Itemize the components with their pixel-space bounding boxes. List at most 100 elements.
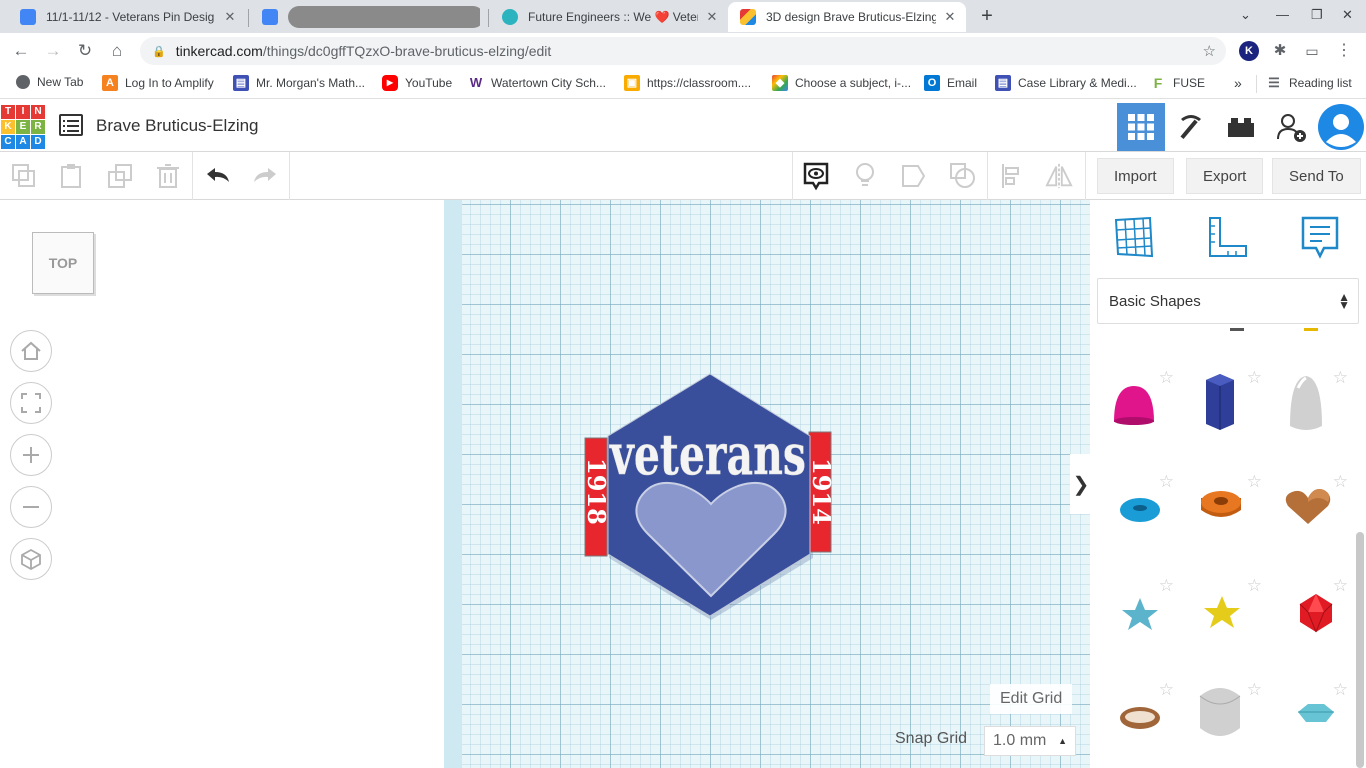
- star-icon[interactable]: ☆: [1333, 680, 1348, 700]
- tab-tinkercad[interactable]: 3D design Brave Bruticus-Elzing ✕: [728, 2, 966, 32]
- view-cube[interactable]: TOP: [32, 232, 94, 294]
- close-window-icon[interactable]: ✕: [1342, 7, 1353, 23]
- reading-list-button[interactable]: ☰ Reading list: [1266, 75, 1352, 91]
- shape-tube[interactable]: ☆: [1192, 472, 1264, 552]
- shape-ring[interactable]: ☆: [1104, 680, 1176, 760]
- bookmark-classroom[interactable]: ▣ https://classroom....: [624, 75, 751, 91]
- tab-document[interactable]: [250, 2, 488, 32]
- send-to-button[interactable]: Send To: [1272, 158, 1361, 194]
- minimize-icon[interactable]: —: [1276, 7, 1289, 22]
- shape-round-roof[interactable]: ☆: [1192, 680, 1264, 760]
- star-icon[interactable]: ☆: [1159, 680, 1174, 700]
- home-icon[interactable]: ⌂: [106, 40, 128, 62]
- new-tab-button[interactable]: +: [976, 5, 998, 27]
- undo-button[interactable]: [204, 162, 232, 190]
- bookmark-star-icon[interactable]: ☆: [1203, 42, 1216, 60]
- group-button[interactable]: [900, 162, 928, 190]
- tab-veterans-pin[interactable]: 11/1-11/12 - Veterans Pin Desig ✕: [8, 2, 246, 32]
- shape-polygon[interactable]: ☆: [1192, 368, 1264, 448]
- design-menu-icon[interactable]: [59, 114, 83, 136]
- bookmark-email[interactable]: O Email: [924, 75, 977, 91]
- star-icon[interactable]: ☆: [1247, 368, 1262, 388]
- design-title[interactable]: Brave Bruticus-Elzing: [96, 116, 259, 136]
- veterans-pin-design[interactable]: veterans 1918 1914: [580, 370, 836, 622]
- shape-star-blue[interactable]: ☆: [1104, 576, 1176, 656]
- shape-star-yellow[interactable]: ☆: [1192, 576, 1264, 656]
- extension-k-icon[interactable]: K: [1239, 41, 1259, 61]
- back-icon[interactable]: ←: [10, 40, 32, 62]
- shape-icosahedron[interactable]: ☆: [1278, 576, 1350, 656]
- reload-icon[interactable]: ↻: [74, 40, 96, 62]
- star-icon[interactable]: ☆: [1247, 576, 1262, 596]
- star-icon[interactable]: ☆: [1159, 472, 1174, 492]
- more-bookmarks-icon[interactable]: »: [1234, 75, 1242, 91]
- collapse-panel-button[interactable]: ❯: [1070, 454, 1090, 514]
- ruler-icon[interactable]: [1206, 214, 1250, 260]
- shape-heart[interactable]: ☆: [1278, 472, 1350, 552]
- shape-category-select[interactable]: Basic Shapes ▲ ▼: [1097, 278, 1359, 324]
- ungroup-button[interactable]: [949, 162, 977, 190]
- mirror-button[interactable]: [1045, 162, 1073, 190]
- bookmark-case-library[interactable]: ▤ Case Library & Medi...: [995, 75, 1137, 91]
- extensions-puzzle-icon[interactable]: ✱: [1270, 41, 1290, 61]
- workplane-grid-icon[interactable]: [1112, 214, 1156, 260]
- workplane-canvas[interactable]: veterans 1918 1914 ❯ Edit Grid Snap Grid…: [444, 200, 1090, 768]
- star-icon[interactable]: ☆: [1247, 680, 1262, 700]
- notes-icon[interactable]: [1298, 214, 1342, 260]
- shape-torus[interactable]: ☆: [1104, 472, 1176, 552]
- home-view-button[interactable]: [10, 330, 52, 372]
- export-button[interactable]: Export: [1186, 158, 1264, 194]
- copy-button[interactable]: [10, 162, 38, 190]
- align-button[interactable]: [998, 162, 1026, 190]
- bookmark-morgans-math[interactable]: ▤ Mr. Morgan's Math...: [233, 75, 365, 91]
- notes-visibility-button[interactable]: [802, 162, 830, 191]
- fit-view-button[interactable]: [10, 382, 52, 424]
- star-icon[interactable]: ☆: [1333, 368, 1348, 388]
- url-field[interactable]: 🔒 tinkercad.com/things/dc0gffTQzxO-brave…: [140, 37, 1226, 65]
- restore-icon[interactable]: ❐: [1311, 7, 1323, 23]
- tab-future-engineers[interactable]: Future Engineers :: We ❤️ Vetera ✕: [490, 2, 728, 32]
- lock-icon[interactable]: 🔒: [152, 45, 166, 58]
- zoom-out-button[interactable]: [10, 486, 52, 528]
- redo-button[interactable]: [251, 162, 279, 190]
- duplicate-button[interactable]: [106, 162, 134, 190]
- close-icon[interactable]: ✕: [222, 9, 238, 25]
- bookmark-watertown[interactable]: W Watertown City Sch...: [468, 75, 606, 91]
- bookmark-amplify[interactable]: A Log In to Amplify: [102, 75, 214, 91]
- browser-menu-icon[interactable]: ⋮: [1334, 41, 1354, 61]
- star-icon[interactable]: ☆: [1247, 472, 1262, 492]
- blocks-minecraft-button[interactable]: [1167, 103, 1215, 151]
- shape-half-sphere[interactable]: ☆: [1104, 368, 1176, 448]
- close-icon[interactable]: ✕: [704, 9, 720, 25]
- tinkercad-logo[interactable]: T I N K E R C A D: [1, 105, 45, 149]
- bookmark-new-tab[interactable]: New Tab: [16, 75, 83, 89]
- star-icon[interactable]: ☆: [1333, 576, 1348, 596]
- bookmark-fuse[interactable]: F FUSE: [1150, 75, 1205, 91]
- snap-grid-select[interactable]: 1.0 mm ▲: [984, 726, 1076, 756]
- delete-button[interactable]: [154, 162, 182, 190]
- shape-paraboloid[interactable]: ☆: [1278, 368, 1350, 448]
- bookmarks-bar: New Tab A Log In to Amplify ▤ Mr. Morgan's…: [0, 69, 1366, 99]
- paste-button[interactable]: [57, 162, 85, 190]
- bookmark-choose-subject[interactable]: ◆ Choose a subject, i-...: [772, 75, 911, 91]
- cast-icon[interactable]: ▭: [1302, 41, 1322, 61]
- logo-letter: D: [31, 135, 45, 149]
- zoom-in-button[interactable]: [10, 434, 52, 476]
- star-icon[interactable]: ☆: [1159, 576, 1174, 596]
- shape-diamond[interactable]: ☆: [1278, 680, 1350, 760]
- forward-icon[interactable]: →: [42, 40, 64, 62]
- star-icon[interactable]: ☆: [1159, 368, 1174, 388]
- user-avatar[interactable]: [1317, 103, 1365, 151]
- star-icon[interactable]: ☆: [1333, 472, 1348, 492]
- close-icon[interactable]: ✕: [942, 9, 958, 25]
- 3d-design-view-button[interactable]: [1117, 103, 1165, 151]
- perspective-button[interactable]: [10, 538, 52, 580]
- bricks-lego-button[interactable]: [1217, 103, 1265, 151]
- note-tool-button[interactable]: [851, 162, 879, 190]
- bookmark-youtube[interactable]: ▶ YouTube: [382, 75, 452, 91]
- import-button[interactable]: Import: [1097, 158, 1174, 194]
- shapes-scrollbar[interactable]: [1356, 532, 1364, 768]
- edit-grid-button[interactable]: Edit Grid: [990, 684, 1073, 714]
- invite-user-button[interactable]: [1267, 103, 1315, 151]
- tab-search-icon[interactable]: ⌄: [1240, 7, 1251, 23]
